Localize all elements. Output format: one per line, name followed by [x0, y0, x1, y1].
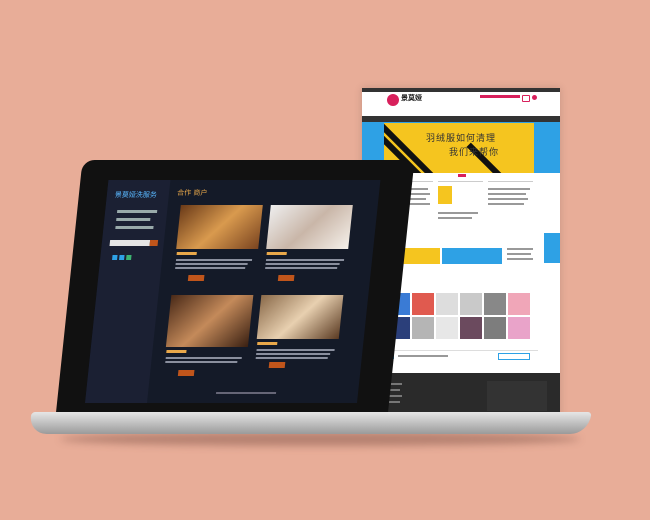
clothing-item[interactable]	[412, 317, 434, 339]
clothing-item[interactable]	[436, 293, 458, 315]
laptop-shadow	[60, 432, 580, 446]
store-description	[255, 357, 328, 359]
store-description	[175, 263, 248, 265]
store-description	[256, 349, 335, 351]
clothing-item[interactable]	[412, 293, 434, 315]
clothing-item[interactable]	[436, 317, 458, 339]
search-button[interactable]	[149, 240, 159, 246]
social-icon[interactable]	[126, 255, 132, 260]
sidebar-title: 景莫娅洗服务	[114, 191, 158, 199]
store-description	[175, 267, 246, 269]
clothing-item[interactable]	[508, 317, 530, 339]
store-description	[256, 353, 331, 355]
store-photo[interactable]	[256, 295, 344, 339]
store-description	[265, 259, 345, 261]
screen-footer-text	[215, 392, 277, 394]
banner-subline: 我们来帮你	[449, 148, 500, 158]
news-column-3	[488, 181, 533, 236]
clothing-item[interactable]	[484, 293, 506, 315]
store-photo[interactable]	[165, 295, 254, 347]
news-column-2	[438, 181, 483, 236]
clothing-item[interactable]	[484, 317, 506, 339]
laptop-screen: 景莫娅洗服务 合作 商户	[85, 180, 381, 403]
clothing-item[interactable]	[460, 317, 482, 339]
store-caption	[176, 252, 197, 255]
sidebar-menu-item[interactable]	[115, 226, 154, 229]
footer-links	[388, 383, 478, 413]
clothing-item[interactable]	[508, 293, 530, 315]
sidebar-menu-item[interactable]	[116, 210, 158, 213]
carousel-dots[interactable]	[458, 174, 466, 177]
online-service-widget[interactable]	[544, 233, 560, 263]
promo-list	[507, 248, 535, 268]
store-description	[265, 263, 340, 265]
store-photo[interactable]	[266, 205, 353, 249]
hotline-text	[480, 95, 520, 98]
social-icon[interactable]	[112, 255, 118, 260]
detail-button[interactable]	[187, 275, 205, 281]
user-icon[interactable]	[532, 95, 537, 100]
sidebar-menu-item[interactable]	[116, 218, 151, 221]
logo-icon	[387, 94, 399, 106]
clothing-gallery	[388, 293, 538, 341]
cart-icon[interactable]	[522, 95, 530, 102]
store-caption	[266, 252, 287, 255]
social-icon[interactable]	[119, 255, 125, 260]
store-description	[165, 357, 242, 359]
store-description	[175, 259, 253, 261]
detail-button[interactable]	[268, 362, 286, 368]
banner-headline: 羽绒服如何清理	[426, 134, 497, 144]
store-caption	[257, 342, 278, 345]
detail-button[interactable]	[277, 275, 295, 281]
store-description	[265, 267, 338, 269]
contact-bar	[388, 350, 538, 361]
footer-contact-box	[487, 381, 547, 411]
promo-banner-2[interactable]	[442, 248, 502, 264]
store-photo[interactable]	[176, 205, 263, 249]
detail-button[interactable]	[177, 370, 195, 376]
clothing-item[interactable]	[460, 293, 482, 315]
search-input[interactable]	[109, 240, 151, 246]
store-description	[165, 361, 238, 363]
site-logo-text: 景莫娅	[401, 94, 422, 102]
section-title: 合作 商户	[176, 189, 208, 197]
store-caption	[166, 350, 187, 353]
laptop-base	[28, 412, 592, 434]
